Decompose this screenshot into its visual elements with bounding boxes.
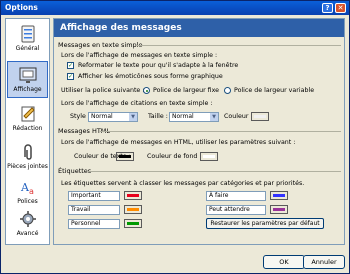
background-color-label: Couleur de fond : — [147, 153, 202, 160]
svg-text:a: a — [29, 187, 34, 196]
size-value: Normal — [172, 113, 194, 120]
sidebar-item-label: Rédaction — [12, 125, 43, 132]
window-title: Options — [5, 3, 38, 12]
tags-intro: Les étiquettes servent à classer les mes… — [61, 180, 305, 187]
tag-color-swatch — [127, 208, 139, 211]
tag-important-input[interactable]: Important — [68, 191, 120, 201]
quote-color-label: Couleur : — [224, 113, 253, 120]
chevron-down-icon: ▼ — [210, 113, 218, 121]
style-value: Normal — [91, 113, 113, 120]
tag-color-swatch — [273, 208, 285, 211]
text-color-swatch — [119, 155, 131, 158]
sidebar-item-composition[interactable]: Rédaction — [7, 101, 48, 138]
quote-color-button[interactable] — [251, 112, 269, 121]
sidebar-item-label: Général — [15, 45, 40, 52]
tag-color-swatch — [127, 222, 139, 225]
tag-color-swatch — [127, 194, 139, 197]
restore-defaults-button[interactable]: Restaurer les paramètres par défaut — [206, 218, 324, 229]
fixed-width-label: Police de largeur fixe — [153, 87, 220, 94]
tag-todo-input[interactable]: À faire — [206, 191, 266, 201]
font-label: Utiliser la police suivante : — [61, 87, 145, 94]
background-color-button[interactable] — [200, 152, 218, 161]
sidebar: Général Affichage Rédaction Pièces joint… — [5, 18, 50, 245]
plain-text-intro: Lors de l'affichage de messages en texte… — [61, 52, 218, 59]
gear-icon — [19, 211, 36, 227]
tag-work-input[interactable]: Travail — [68, 205, 120, 215]
group-divider — [137, 45, 341, 46]
tag-work-color-button[interactable] — [124, 205, 142, 214]
close-button[interactable]: ✕ — [335, 3, 346, 13]
quote-intro: Lors de l'affichage de citations en text… — [61, 100, 213, 107]
tag-color-swatch — [273, 194, 285, 197]
reformat-checkbox[interactable]: ✓ — [67, 62, 74, 69]
reformat-label: Reformater le texte pour qu'il s'adapte … — [78, 62, 239, 69]
tag-personal-input[interactable]: Personnel — [68, 219, 120, 229]
tag-later-input[interactable]: Peut attendre — [206, 205, 266, 215]
sidebar-item-label: Polices — [17, 198, 38, 205]
tags-group-title: Étiquettes — [58, 167, 92, 175]
ok-button[interactable]: OK — [263, 255, 305, 269]
size-select[interactable]: Normal ▼ — [169, 112, 219, 122]
sidebar-item-advanced[interactable]: Avancé — [7, 206, 48, 243]
paperclip-icon — [23, 144, 32, 160]
quote-color-swatch — [254, 115, 266, 118]
group-divider — [100, 131, 341, 132]
options-window: Options ? ✕ Général Affichage Rédaction … — [0, 0, 350, 274]
fixed-width-radio[interactable] — [143, 87, 150, 94]
sidebar-item-general[interactable]: Général — [7, 21, 48, 58]
plain-text-group-title: Messages en texte simple — [58, 41, 143, 49]
help-button[interactable]: ? — [322, 3, 333, 13]
sidebar-item-attachments[interactable]: Pièces jointes — [7, 139, 48, 176]
style-select[interactable]: Normal ▼ — [88, 112, 138, 122]
general-settings-icon — [21, 25, 34, 43]
variable-width-label: Police de largeur variable — [234, 87, 315, 94]
sidebar-item-label: Pièces jointes — [7, 163, 48, 170]
tag-later-color-button[interactable] — [270, 205, 288, 214]
page-title: Affichage des messages — [54, 19, 344, 37]
tag-important-color-button[interactable] — [124, 191, 142, 200]
settings-panel: Affichage des messages Messages en texte… — [53, 18, 345, 245]
sidebar-item-display[interactable]: Affichage — [7, 61, 48, 98]
style-label: Style : — [70, 113, 90, 120]
display-icon — [19, 67, 36, 83]
fonts-icon: Aa — [20, 181, 34, 196]
emoticons-checkbox[interactable]: ✓ — [67, 73, 74, 80]
chevron-down-icon: ▼ — [129, 113, 137, 121]
html-intro: Lors de l'affichage de messages en HTML,… — [61, 139, 296, 146]
text-color-button[interactable] — [116, 152, 134, 161]
size-label: Taille : — [148, 113, 168, 120]
tag-todo-color-button[interactable] — [270, 191, 288, 200]
variable-width-radio[interactable] — [224, 87, 231, 94]
background-color-swatch — [203, 155, 215, 158]
cancel-button[interactable]: Annuler — [303, 255, 345, 269]
sidebar-item-label: Affichage — [13, 86, 42, 93]
composition-icon — [21, 106, 35, 122]
title-bar: Options ? ✕ — [1, 1, 349, 15]
sidebar-item-label: Avancé — [16, 230, 39, 237]
emoticons-label: Afficher les émoticônes sous forme graph… — [78, 73, 223, 80]
group-divider — [88, 171, 341, 172]
tag-personal-color-button[interactable] — [124, 219, 142, 228]
